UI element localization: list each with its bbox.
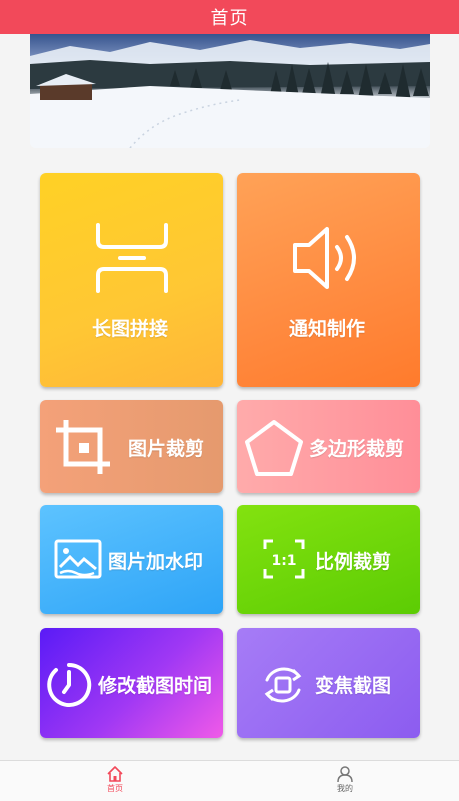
tile-modify-screenshot-time[interactable]: 修改截图时间 <box>40 628 223 738</box>
bottom-tab-bar: 首页 我的 <box>0 760 459 801</box>
tile-label: 图片加水印 <box>108 551 204 573</box>
tile-image-watermark[interactable]: 图片加水印 <box>40 505 223 614</box>
zoom-rotate-icon <box>264 667 302 703</box>
tile-label: 比例裁剪 <box>315 551 392 573</box>
tile-long-image-stitch[interactable]: 长图拼接 <box>40 173 223 387</box>
snow-landscape-image <box>30 40 430 148</box>
image-watermark-icon <box>54 539 102 579</box>
tile-polygon-crop[interactable]: 多边形裁剪 <box>237 400 420 493</box>
home-icon <box>107 766 123 782</box>
pentagon-icon <box>245 420 303 476</box>
long-image-stitch-icon <box>96 223 168 293</box>
ratio-crop-icon: 1:1 <box>263 539 305 579</box>
page-title: 首页 <box>210 8 249 29</box>
tile-label: 修改截图时间 <box>98 675 213 697</box>
clock-icon <box>47 662 92 707</box>
header-bar: 首页 <box>0 0 459 34</box>
tab-home[interactable]: 首页 <box>85 765 145 794</box>
banner-image[interactable] <box>30 34 430 148</box>
tile-ratio-crop[interactable]: 1:1 比例裁剪 <box>237 505 420 614</box>
speaker-icon <box>293 227 356 289</box>
tile-label: 变焦截图 <box>315 675 392 697</box>
tile-label: 通知制作 <box>289 318 366 340</box>
svg-text:1:1: 1:1 <box>271 553 296 569</box>
tile-zoom-screenshot[interactable]: 变焦截图 <box>237 628 420 738</box>
tile-label: 图片裁剪 <box>128 438 205 460</box>
tab-home-label: 首页 <box>107 784 123 793</box>
tile-label: 长图拼接 <box>92 318 169 340</box>
tile-label: 多边形裁剪 <box>309 438 405 460</box>
user-icon <box>337 766 353 783</box>
crop-icon <box>56 420 110 474</box>
tab-mine-label: 我的 <box>337 784 353 793</box>
tile-image-crop[interactable]: 图片裁剪 <box>40 400 223 493</box>
tab-mine[interactable]: 我的 <box>315 765 375 794</box>
tile-notification[interactable]: 通知制作 <box>237 173 420 387</box>
